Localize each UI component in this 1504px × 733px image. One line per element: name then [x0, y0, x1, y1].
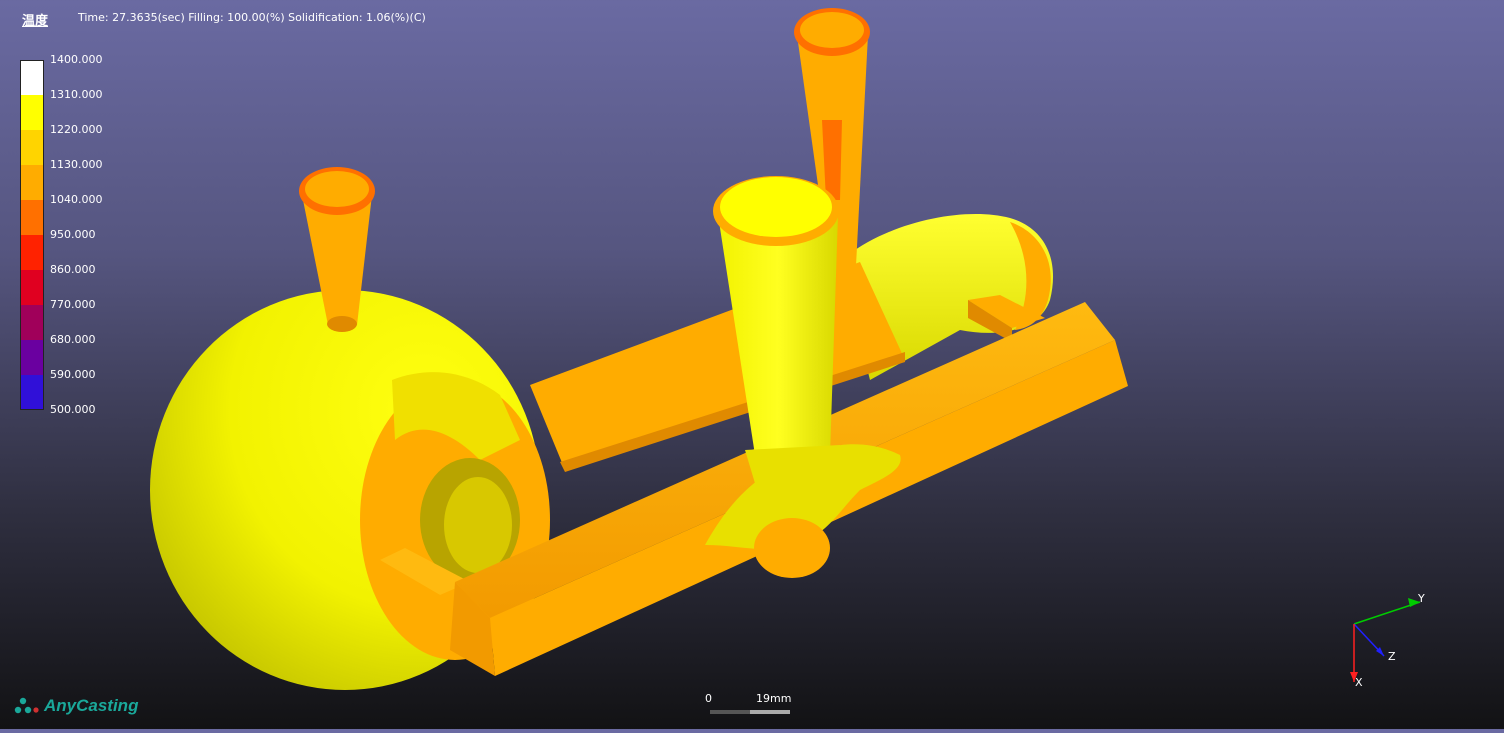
scale-bar: 0 19mm: [704, 692, 794, 716]
anycasting-logo: AnyCasting: [14, 696, 138, 716]
scale-bar-segment-dark: [710, 710, 750, 714]
legend-value: 950.000: [50, 228, 96, 241]
logo-text: AnyCasting: [44, 696, 139, 715]
axis-triad: Y Z X: [1350, 592, 1425, 689]
legend-value: 1130.000: [50, 158, 103, 171]
legend-value: 860.000: [50, 263, 96, 276]
legend-value: 770.000: [50, 298, 96, 311]
legend-value: 1400.000: [50, 53, 103, 66]
axis-x-label: X: [1355, 676, 1363, 689]
left-riser-top: [305, 171, 369, 207]
simulation-status: Time: 27.3635(sec) Filling: 100.00(%) So…: [78, 11, 426, 24]
legend-swatch: [20, 270, 44, 305]
legend-value: 590.000: [50, 368, 96, 381]
center-riser-top: [720, 177, 832, 237]
sphere-bore-inner: [444, 477, 512, 573]
legend-value: 1310.000: [50, 88, 103, 101]
legend-swatch: [20, 305, 44, 340]
legend-swatch: [20, 60, 44, 95]
legend-value: 500.000: [50, 403, 96, 416]
legend-value: 1040.000: [50, 193, 103, 206]
casting-model[interactable]: Y Z X: [0, 0, 1504, 729]
right-runner-top: [800, 12, 864, 48]
legend-swatch: [20, 130, 44, 165]
scale-bar-segment-light: [750, 710, 790, 714]
legend-swatch: [20, 375, 44, 410]
logo-dots-icon: [14, 697, 39, 714]
left-riser-base: [327, 316, 357, 332]
legend-swatch: [20, 95, 44, 130]
legend-swatch: [20, 165, 44, 200]
3d-viewport[interactable]: Y Z X: [0, 0, 1504, 729]
legend-swatch: [20, 235, 44, 270]
scale-zero-label: 0: [705, 692, 712, 705]
legend-swatch: [20, 200, 44, 235]
scale-length-label: 19mm: [756, 692, 792, 705]
center-riser-bottom-nub: [754, 518, 830, 578]
axis-z-label: Z: [1388, 650, 1396, 663]
axis-y-label: Y: [1417, 592, 1425, 605]
legend-value: 680.000: [50, 333, 96, 346]
result-type-label: 温度: [22, 14, 49, 29]
legend-value: 1220.000: [50, 123, 103, 136]
legend-swatch: [20, 340, 44, 375]
